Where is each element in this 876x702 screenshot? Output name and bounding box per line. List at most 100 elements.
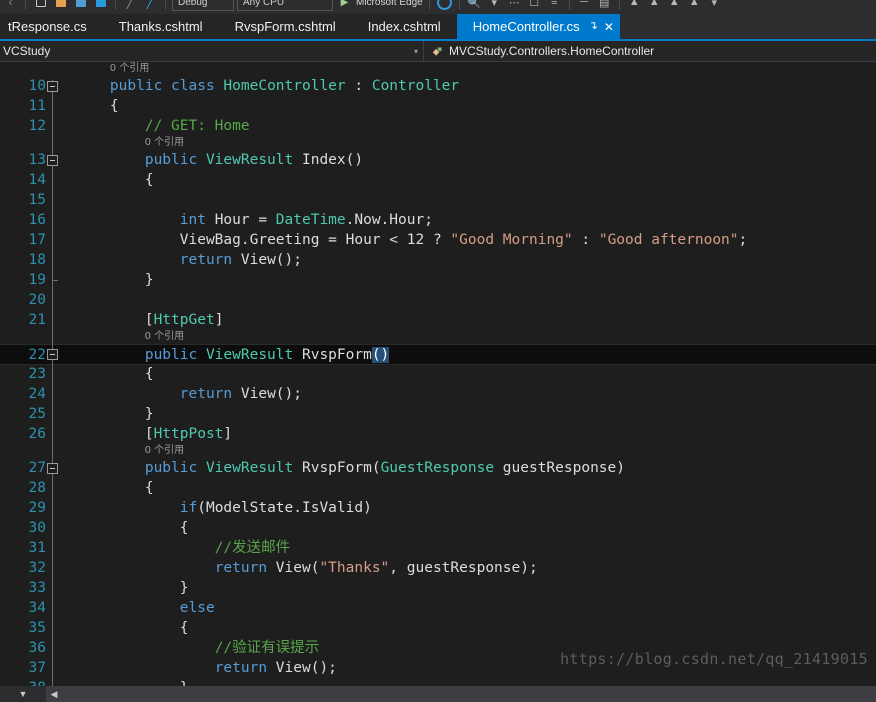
code-line[interactable]: 17 ViewBag.Greeting = Hour < 12 ? "Good … [0,230,876,250]
document-tab-strip: tResponse.cs Thanks.cshtml RvspForm.cshtml… [0,14,876,41]
code-line[interactable]: 10 public class HomeController : Control… [0,76,876,96]
code-line-text: { [144,172,154,188]
bookmark-icon[interactable]: ▲ [626,0,643,11]
line-number: 31 [28,540,46,556]
minimize-icon[interactable]: ─ [576,0,593,11]
save-icon[interactable] [72,0,89,11]
line-number: 12 [28,118,46,134]
code-line[interactable]: 34 else [0,598,876,618]
line-number: 29 [28,500,46,516]
line-number: 22 [28,347,46,363]
code-line[interactable]: 14 { [0,170,876,190]
chevron-down-icon[interactable]: ▾ [486,0,503,11]
bookmark-clear-icon[interactable]: ▲ [686,0,703,11]
run-target-label[interactable]: Microsoft Edge [356,0,423,8]
line-number: 24 [28,386,46,402]
redo-icon[interactable]: ╱ [142,0,159,11]
code-editor[interactable]: 0 个引用 10 public class HomeController : Co… [0,62,876,686]
code-surface[interactable]: 0 个引用 10 public class HomeController : Co… [0,62,876,686]
codelens-reference-count[interactable]: 0 个引用 [145,136,185,150]
toolbar-divider [568,0,570,10]
line-number: 17 [28,232,46,248]
pin-tab-icon[interactable]: ↴ [589,21,598,32]
code-line-text: { [109,98,119,114]
document-tab[interactable]: RvspForm.cshtml [218,14,352,39]
codelens-reference-count[interactable]: 0 个引用 [145,444,185,458]
scrollbar-options-icon[interactable]: ▼ [0,686,46,702]
watermark-text: https://blog.csdn.net/qq_21419015 [560,650,868,668]
bookmark-prev-icon[interactable]: ▲ [646,0,663,11]
list-icon[interactable]: ≡ [546,0,563,11]
overflow-icon[interactable]: ▾ [706,0,723,11]
grid-icon[interactable]: ⋯ [506,0,523,11]
new-item-icon[interactable] [32,0,49,11]
code-line[interactable]: 19 } [0,270,876,290]
code-line[interactable]: 32 return View("Thanks", guestResponse); [0,558,876,578]
code-line[interactable]: 18 return View(); [0,250,876,270]
code-line[interactable]: 33 } [0,578,876,598]
code-line-text: return View(); [179,386,302,402]
document-tab[interactable]: tResponse.cs [0,14,103,39]
code-line[interactable]: 12 // GET: Home [0,116,876,136]
build-platform-combo[interactable]: Any CPU [237,0,333,11]
document-tab-active[interactable]: HomeController.cs ↴ ✕ [456,14,620,39]
code-line[interactable]: 30 { [0,518,876,538]
collapse-region-icon[interactable] [47,155,58,166]
line-number: 36 [28,640,46,656]
code-line[interactable]: 28 { [0,478,876,498]
code-line[interactable]: 20 [0,290,876,310]
code-line-text: return View(); [214,660,337,676]
code-line[interactable]: 15 [0,190,876,210]
maximize-icon[interactable]: ▤ [596,0,613,11]
document-tab-label: RvspForm.cshtml [234,19,336,34]
code-line[interactable]: 35 { [0,618,876,638]
open-folder-icon[interactable] [52,0,69,11]
collapse-region-icon[interactable] [47,463,58,474]
scrollbar-track[interactable] [62,686,876,702]
window-icon[interactable]: ☐ [526,0,543,11]
code-line[interactable]: 16 int Hour = DateTime.Now.Hour; [0,210,876,230]
document-tab-label: HomeController.cs [472,19,580,34]
code-line-current[interactable]: 22 public ViewResult RvspForm() [0,344,876,365]
code-line[interactable]: 29 if(ModelState.IsValid) [0,498,876,518]
start-debug-icon[interactable]: ▶ [336,0,353,11]
document-tab[interactable]: Thanks.cshtml [102,14,219,39]
code-line[interactable]: 23 { [0,364,876,384]
code-line[interactable]: 27 public ViewResult RvspForm(GuestRespo… [0,458,876,478]
code-line-text: } [179,580,189,596]
code-line[interactable]: 25 } [0,404,876,424]
code-line[interactable]: 26 [HttpPost] [0,424,876,444]
codelens-reference-count[interactable]: 0 个引用 [145,330,185,344]
code-line[interactable]: 24 return View(); [0,384,876,404]
line-number: 38 [0,678,46,686]
horizontal-scrollbar[interactable]: ▼ ◀ [0,686,876,702]
code-line-text: [HttpPost] [144,426,233,442]
find-icon[interactable]: 🔍 [466,0,483,11]
close-tab-icon[interactable]: ✕ [604,21,614,33]
build-configuration-label: Debug [178,0,208,8]
build-configuration-combo[interactable]: Debug [172,0,234,11]
code-line[interactable]: 31 //发送邮件 [0,538,876,558]
document-tab-label: Thanks.cshtml [118,19,203,34]
scroll-left-icon[interactable]: ◀ [46,686,62,702]
code-line[interactable]: 38 } [0,678,876,686]
toolbar-divider [25,0,26,10]
code-line[interactable]: 11 { [0,96,876,116]
collapse-region-icon[interactable] [47,349,58,360]
line-number: 27 [28,460,46,476]
codelens-reference-count[interactable]: 0 个引用 [110,62,150,76]
tab-strip-empty-area [619,14,876,39]
save-all-icon[interactable] [92,0,109,11]
document-tab[interactable]: Index.cshtml [351,14,457,39]
bookmark-next-icon[interactable]: ▲ [666,0,683,11]
undo-icon[interactable]: ╱ [122,0,139,11]
type-scope-dropdown[interactable]: MVCStudy.Controllers.HomeController [424,41,876,61]
code-line-text: } [144,272,154,288]
refresh-icon[interactable] [436,0,453,11]
collapse-region-icon[interactable] [47,81,58,92]
code-line[interactable]: 21 [HttpGet] [0,310,876,330]
code-line[interactable]: 13 public ViewResult Index() [0,150,876,170]
project-scope-dropdown[interactable]: VCStudy ▾ [0,41,424,61]
build-platform-label: Any CPU [243,0,285,8]
navigate-back-icon[interactable]: ‹ [2,0,19,11]
